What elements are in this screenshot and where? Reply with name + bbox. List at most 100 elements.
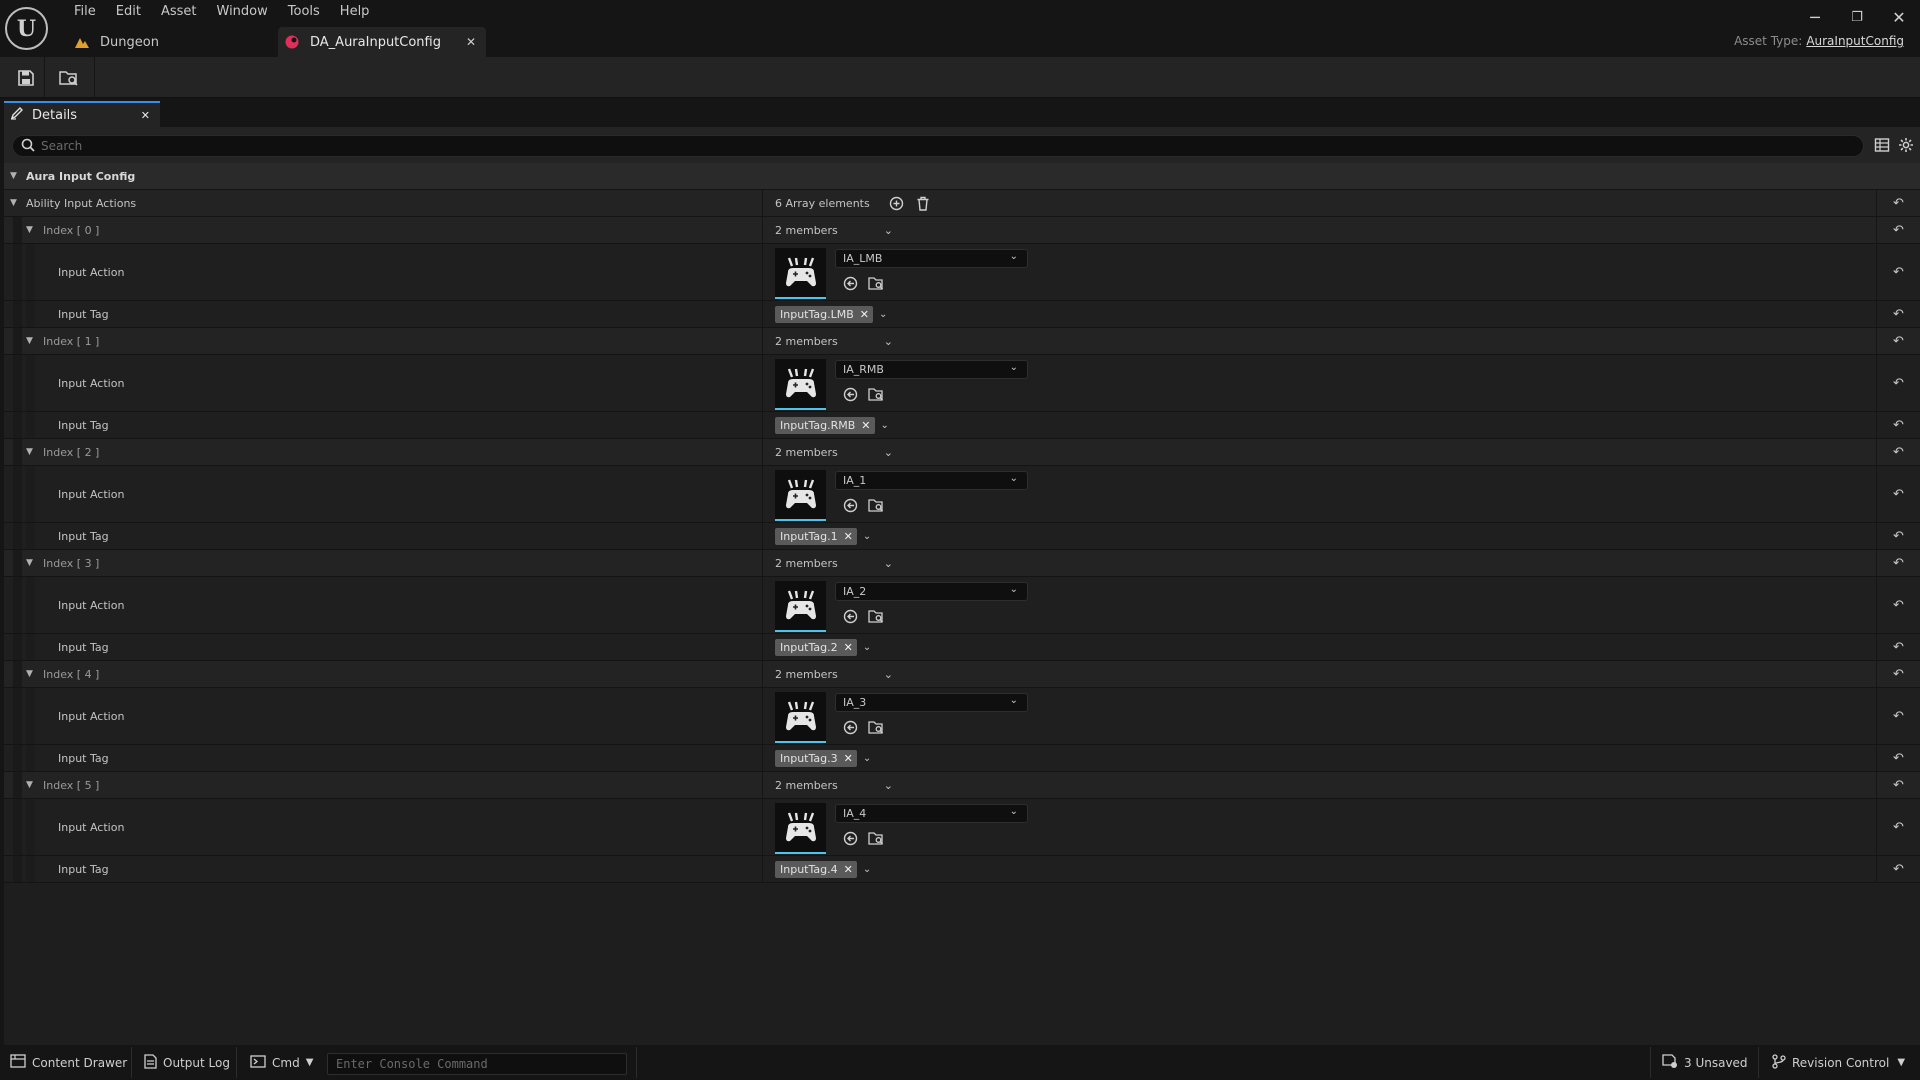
remove-tag-icon[interactable]: ✕ bbox=[844, 641, 853, 654]
reset-to-default-icon[interactable]: ↶ bbox=[1876, 799, 1920, 855]
close-details-button[interactable]: ✕ bbox=[141, 109, 150, 122]
tab-details[interactable]: Details ✕ bbox=[4, 101, 160, 127]
members-dropdown[interactable]: 2 members ⌄ bbox=[775, 661, 893, 687]
input-action-combo[interactable]: IA_2 ⌄ bbox=[835, 582, 1028, 601]
browse-asset-icon[interactable] bbox=[867, 718, 885, 736]
expand-caret-icon[interactable]: ▼ bbox=[26, 550, 33, 576]
use-selected-icon[interactable] bbox=[841, 385, 859, 403]
reset-to-default-icon[interactable]: ↶ bbox=[1876, 301, 1920, 327]
browse-asset-icon[interactable] bbox=[867, 274, 885, 292]
search-box[interactable] bbox=[12, 135, 1864, 157]
chevron-down-icon[interactable]: ⌄ bbox=[863, 642, 871, 653]
reset-to-default-icon[interactable]: ↶ bbox=[1876, 328, 1920, 354]
input-action-combo[interactable]: IA_1 ⌄ bbox=[835, 471, 1028, 490]
reset-to-default-icon[interactable]: ↶ bbox=[1876, 688, 1920, 744]
menu-asset[interactable]: Asset bbox=[151, 3, 207, 21]
array-index-row[interactable]: ▼ Index [ 0 ] 2 members ⌄ ↶ bbox=[4, 217, 1920, 244]
cmd-dropdown[interactable]: Cmd ▼ bbox=[250, 1045, 313, 1080]
browse-asset-icon[interactable] bbox=[867, 829, 885, 847]
gameplay-tag-chip[interactable]: InputTag.3 ✕ bbox=[775, 749, 857, 767]
members-dropdown[interactable]: 2 members ⌄ bbox=[775, 439, 893, 465]
output-log-button[interactable]: Output Log bbox=[144, 1045, 230, 1080]
members-dropdown[interactable]: 2 members ⌄ bbox=[775, 328, 893, 354]
gameplay-tag-chip[interactable]: InputTag.1 ✕ bbox=[775, 527, 857, 545]
gamepad-thumbnail-icon[interactable] bbox=[775, 581, 826, 632]
gameplay-tag-chip[interactable]: InputTag.RMB ✕ bbox=[775, 416, 875, 434]
use-selected-icon[interactable] bbox=[841, 607, 859, 625]
use-selected-icon[interactable] bbox=[841, 274, 859, 292]
menu-tools[interactable]: Tools bbox=[278, 3, 330, 21]
gameplay-tag-chip[interactable]: InputTag.4 ✕ bbox=[775, 860, 857, 878]
browse-asset-icon[interactable] bbox=[867, 607, 885, 625]
console-command-input[interactable] bbox=[327, 1053, 627, 1075]
reset-to-default-icon[interactable]: ↶ bbox=[1876, 355, 1920, 411]
trash-icon[interactable] bbox=[914, 194, 932, 212]
reset-to-default-icon[interactable]: ↶ bbox=[1876, 577, 1920, 633]
array-index-row[interactable]: ▼ Index [ 4 ] 2 members ⌄ ↶ bbox=[4, 661, 1920, 688]
chevron-down-icon[interactable]: ⌄ bbox=[879, 309, 887, 320]
search-input[interactable] bbox=[35, 139, 1863, 153]
chevron-down-icon[interactable]: ⌄ bbox=[863, 864, 871, 875]
content-drawer-button[interactable]: Content Drawer bbox=[10, 1045, 127, 1080]
menu-window[interactable]: Window bbox=[207, 3, 278, 21]
browse-button[interactable] bbox=[58, 67, 80, 89]
array-index-row[interactable]: ▼ Index [ 3 ] 2 members ⌄ ↶ bbox=[4, 550, 1920, 577]
chevron-down-icon[interactable]: ⌄ bbox=[863, 753, 871, 764]
reset-to-default-icon[interactable]: ↶ bbox=[1876, 244, 1920, 300]
use-selected-icon[interactable] bbox=[841, 829, 859, 847]
menu-file[interactable]: File bbox=[64, 3, 106, 21]
gamepad-thumbnail-icon[interactable] bbox=[775, 803, 826, 854]
remove-tag-icon[interactable]: ✕ bbox=[844, 752, 853, 765]
remove-tag-icon[interactable]: ✕ bbox=[861, 419, 870, 432]
category-aura-input-config[interactable]: ▼ Aura Input Config bbox=[4, 163, 1920, 190]
input-action-combo[interactable]: IA_RMB ⌄ bbox=[835, 360, 1028, 379]
expand-caret-icon[interactable]: ▼ bbox=[26, 328, 33, 354]
reset-to-default-icon[interactable]: ↶ bbox=[1876, 523, 1920, 549]
gamepad-thumbnail-icon[interactable] bbox=[775, 359, 826, 410]
restore-button[interactable]: ❐ bbox=[1840, 6, 1874, 28]
minimize-button[interactable]: ─ bbox=[1798, 6, 1832, 28]
reset-to-default-icon[interactable]: ↶ bbox=[1876, 439, 1920, 465]
reset-to-default-icon[interactable]: ↶ bbox=[1876, 661, 1920, 687]
array-index-row[interactable]: ▼ Index [ 1 ] 2 members ⌄ ↶ bbox=[4, 328, 1920, 355]
reset-to-default-icon[interactable]: ↶ bbox=[1876, 634, 1920, 660]
reset-to-default-icon[interactable]: ↶ bbox=[1876, 550, 1920, 576]
gameplay-tag-chip[interactable]: InputTag.2 ✕ bbox=[775, 638, 857, 656]
reset-to-default-icon[interactable]: ↶ bbox=[1876, 217, 1920, 243]
gamepad-thumbnail-icon[interactable] bbox=[775, 470, 826, 521]
tab-dungeon[interactable]: Dungeon bbox=[68, 27, 278, 57]
expand-caret-icon[interactable]: ▼ bbox=[10, 190, 17, 216]
asset-type-link[interactable]: AuraInputConfig bbox=[1806, 34, 1904, 48]
gamepad-thumbnail-icon[interactable] bbox=[775, 248, 826, 299]
reset-to-default-icon[interactable]: ↶ bbox=[1876, 745, 1920, 771]
expand-caret-icon[interactable]: ▼ bbox=[26, 661, 33, 687]
gamepad-thumbnail-icon[interactable] bbox=[775, 692, 826, 743]
remove-tag-icon[interactable]: ✕ bbox=[844, 530, 853, 543]
browse-asset-icon[interactable] bbox=[867, 496, 885, 514]
expand-caret-icon[interactable]: ▼ bbox=[26, 772, 33, 798]
members-dropdown[interactable]: 2 members ⌄ bbox=[775, 217, 893, 243]
members-dropdown[interactable]: 2 members ⌄ bbox=[775, 550, 893, 576]
unreal-logo[interactable]: U bbox=[5, 7, 48, 50]
remove-tag-icon[interactable]: ✕ bbox=[860, 308, 869, 321]
add-element-icon[interactable] bbox=[888, 194, 906, 212]
save-button[interactable] bbox=[15, 67, 37, 89]
expand-caret-icon[interactable]: ▼ bbox=[10, 163, 17, 189]
close-tab-button[interactable]: ✕ bbox=[466, 35, 476, 49]
gameplay-tag-chip[interactable]: InputTag.LMB ✕ bbox=[775, 305, 873, 323]
chevron-down-icon[interactable]: ⌄ bbox=[863, 531, 871, 542]
array-index-row[interactable]: ▼ Index [ 5 ] 2 members ⌄ ↶ bbox=[4, 772, 1920, 799]
settings-gear-icon[interactable] bbox=[1898, 137, 1916, 155]
input-action-combo[interactable]: IA_3 ⌄ bbox=[835, 693, 1028, 712]
table-view-icon[interactable] bbox=[1874, 137, 1892, 155]
expand-caret-icon[interactable]: ▼ bbox=[26, 439, 33, 465]
close-window-button[interactable]: ✕ bbox=[1882, 6, 1916, 28]
menu-help[interactable]: Help bbox=[330, 3, 380, 21]
members-dropdown[interactable]: 2 members ⌄ bbox=[775, 772, 893, 798]
remove-tag-icon[interactable]: ✕ bbox=[844, 863, 853, 876]
revision-control-button[interactable]: Revision Control ▼ bbox=[1772, 1045, 1905, 1080]
input-action-combo[interactable]: IA_LMB ⌄ bbox=[835, 249, 1028, 268]
reset-to-default-icon[interactable]: ↶ bbox=[1876, 190, 1920, 216]
menu-edit[interactable]: Edit bbox=[106, 3, 151, 21]
browse-asset-icon[interactable] bbox=[867, 385, 885, 403]
